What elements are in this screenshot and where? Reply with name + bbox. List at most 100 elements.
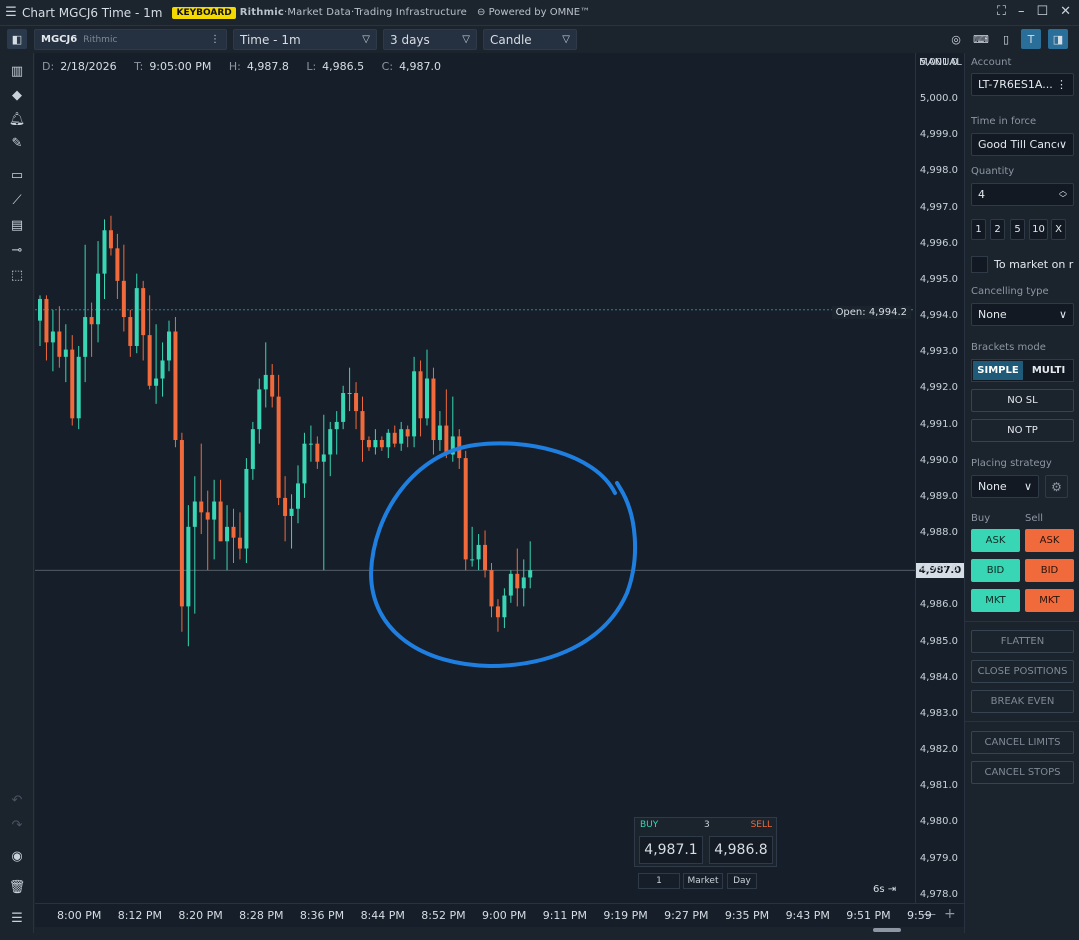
cancel-limits-button[interactable]: CANCEL LIMITS: [971, 731, 1074, 754]
break-even-button[interactable]: BREAK EVEN: [971, 690, 1074, 713]
qty-clear[interactable]: X: [1051, 219, 1066, 240]
account-select[interactable]: LT-7R6ES1A... ⋮: [971, 73, 1074, 96]
quick-buy-price-button[interactable]: 4,987.1: [639, 836, 703, 864]
candle-body: [108, 230, 113, 249]
chart-area[interactable]: D: 2/18/2026 T: 9:05:00 PM H: 4,987.8 L: 4,9…: [35, 53, 915, 903]
quick-sell-price-button[interactable]: 4,986.8: [709, 836, 773, 864]
chart-style-select[interactable]: Candle ▽: [483, 29, 577, 50]
maximize-icon[interactable]: ☐: [1036, 4, 1048, 19]
scroll-to-end-icon[interactable]: ⇥: [888, 884, 896, 895]
divider: [965, 721, 1079, 722]
sell-mkt-button[interactable]: MKT: [1025, 589, 1074, 612]
pencil-icon[interactable]: ✎: [7, 133, 27, 153]
trendline-icon[interactable]: ⟋: [7, 190, 27, 210]
candle-body: [489, 570, 494, 607]
timeframe-select[interactable]: Time - 1m ▽: [233, 29, 377, 50]
sidebar-toggle-icon[interactable]: ◧: [7, 29, 27, 49]
chart-style-value: Candle: [490, 32, 532, 47]
qty-preset-10[interactable]: 10: [1029, 219, 1048, 240]
order-entry-panel: Account LT-7R6ES1A... ⋮ Time in force Goo…: [964, 53, 1079, 933]
crosshair-mode-icon[interactable]: ◎: [946, 29, 966, 49]
undo-icon[interactable]: ↶: [7, 790, 27, 810]
brackets-multi-button[interactable]: MULTI: [1024, 361, 1073, 380]
time-tick-label: 8:00 PM: [57, 909, 102, 922]
minimize-icon[interactable]: –: [1018, 4, 1025, 19]
redo-icon[interactable]: ↷: [7, 815, 27, 835]
eye-icon[interactable]: ◉: [7, 846, 27, 866]
fullscreen-icon[interactable]: ⛶: [997, 4, 1006, 19]
candle-body: [250, 429, 255, 469]
candle-body: [44, 298, 49, 343]
price-tick-label: 4,997.0: [919, 201, 958, 213]
to-market-checkbox[interactable]: [971, 256, 988, 273]
candle-body: [102, 230, 107, 274]
brackets-simple-button[interactable]: SIMPLE: [973, 361, 1023, 380]
candle-body: [412, 371, 417, 437]
mouse-icon[interactable]: ▯: [996, 29, 1016, 49]
ruler-icon[interactable]: ▭: [7, 165, 27, 185]
cancel-stops-button[interactable]: CANCEL STOPS: [971, 761, 1074, 784]
range-select[interactable]: 3 days ▽: [383, 29, 477, 50]
candle-body: [128, 317, 133, 346]
quantity-stepper[interactable]: 4 ︿ ﹀: [971, 183, 1074, 206]
quick-tif-select[interactable]: Day: [727, 873, 757, 889]
qty-preset-1[interactable]: 1: [971, 219, 986, 240]
buy-bid-button[interactable]: BID: [971, 559, 1020, 582]
cancel-type-select[interactable]: None ∨: [971, 303, 1074, 326]
flatten-button[interactable]: FLATTEN: [971, 630, 1074, 653]
tif-select[interactable]: Good Till Cancel ∨: [971, 133, 1074, 156]
candle-body: [212, 501, 217, 520]
placing-strategy-select[interactable]: None ∨: [971, 475, 1039, 498]
more-options-icon[interactable]: ⋮: [210, 34, 220, 45]
sell-bid-button[interactable]: BID: [1025, 559, 1074, 582]
trash-icon[interactable]: 🗑︎: [7, 877, 27, 897]
rectangle-icon[interactable]: ⬚: [7, 265, 27, 285]
quick-qty-input[interactable]: 1: [638, 873, 680, 889]
channel-icon[interactable]: ▤: [7, 215, 27, 235]
candle-body: [379, 440, 384, 448]
qty-preset-2[interactable]: 2: [990, 219, 1005, 240]
stepper-arrows-icon[interactable]: ︿ ﹀: [1059, 186, 1067, 203]
layers-icon[interactable]: ◆: [7, 85, 27, 105]
candle-body: [134, 288, 139, 346]
price-tick-label: 5,000.0: [919, 93, 958, 105]
candlestick-chart[interactable]: [35, 53, 915, 903]
trade-panel-icon[interactable]: T: [1021, 29, 1041, 49]
chevron-down-icon: ▽: [362, 34, 370, 45]
hamburger-menu-icon[interactable]: ☰: [0, 5, 22, 20]
chart-toolbar: ◧ MGCJ6 Rithmic ⋮ Time - 1m ▽ 3 days ▽ Can…: [0, 26, 1079, 53]
candle-body: [341, 393, 346, 422]
horizontal-line-icon[interactable]: ⊸: [7, 240, 27, 260]
more-options-icon[interactable]: ⋮: [1056, 78, 1067, 91]
time-tick-label: 9:43 PM: [785, 909, 830, 922]
keyboard-icon[interactable]: ⌨: [971, 29, 991, 49]
candle-body: [315, 443, 320, 462]
candle-body: [154, 378, 159, 386]
quick-buy-label: BUY: [640, 820, 659, 830]
horizontal-scrollbar[interactable]: [35, 927, 964, 933]
candle-body: [302, 443, 307, 484]
sell-ask-button[interactable]: ASK: [1025, 529, 1074, 552]
keyboard-badge[interactable]: KEYBOARD: [172, 6, 236, 19]
candle-body: [502, 595, 507, 618]
close-positions-button[interactable]: CLOSE POSITIONS: [971, 660, 1074, 683]
list-icon[interactable]: ☰: [7, 908, 27, 928]
price-tick-label: 5,001.0: [919, 56, 958, 68]
scrollbar-thumb[interactable]: [873, 928, 901, 932]
symbol-selector[interactable]: MGCJ6 Rithmic ⋮: [34, 29, 227, 50]
buy-mkt-button[interactable]: MKT: [971, 589, 1020, 612]
time-axis[interactable]: — + 8:00 PM 8:12 PM 8:20 PM 8:28 PM 8:36 PM 8…: [35, 903, 964, 927]
candle-body: [528, 570, 533, 578]
buy-ask-button[interactable]: ASK: [971, 529, 1020, 552]
price-axis[interactable]: MANUAL 4,987.0 5,001.0 5,000.0 4,999.0 4,99…: [915, 53, 964, 903]
qty-preset-5[interactable]: 5: [1010, 219, 1025, 240]
gear-icon[interactable]: ⚙: [1045, 475, 1068, 498]
indicators-icon[interactable]: ▥: [7, 61, 27, 81]
quick-order-type-select[interactable]: Market: [683, 873, 723, 889]
close-icon[interactable]: ✕: [1060, 4, 1071, 19]
right-panel-toggle-icon[interactable]: ◨: [1048, 29, 1068, 49]
zoom-in-icon[interactable]: +: [944, 906, 956, 922]
no-sl-button[interactable]: NO SL: [971, 389, 1074, 412]
no-tp-button[interactable]: NO TP: [971, 419, 1074, 442]
alert-bell-icon[interactable]: 🔔︎: [7, 109, 27, 129]
